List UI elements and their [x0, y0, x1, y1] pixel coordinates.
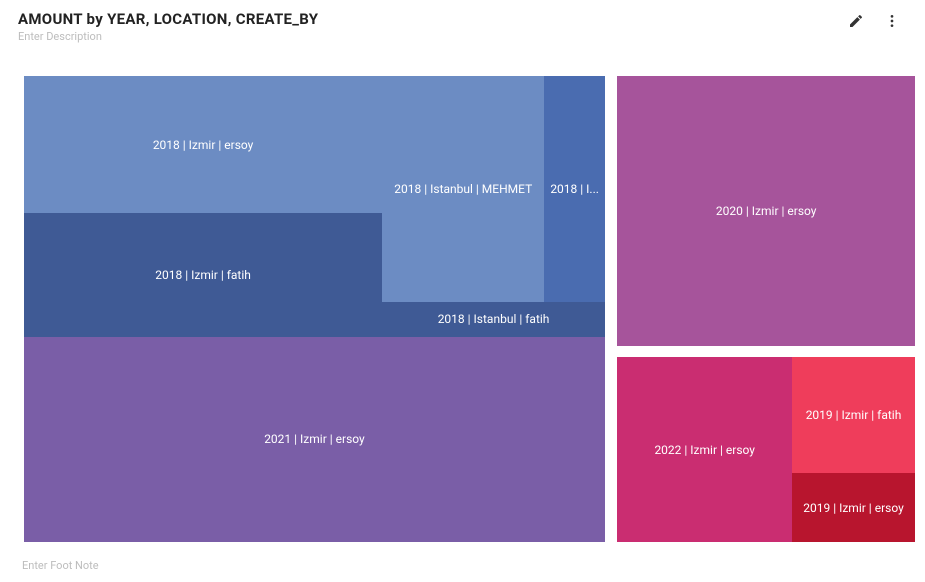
treemap-tile[interactable]: 2018 | Izmir | fatih [24, 213, 382, 336]
chart-card: AMOUNT by YEAR, LOCATION, CREATE_BY Ente… [0, 0, 925, 582]
edit-button[interactable] [847, 12, 865, 30]
treemap-tile-label: 2018 | I... [550, 182, 599, 196]
card-header: AMOUNT by YEAR, LOCATION, CREATE_BY Ente… [0, 0, 925, 43]
treemap-chart[interactable]: 2018 | Izmir | ersoy 2018 | Izmir | fatih… [24, 76, 915, 542]
treemap-tile[interactable]: 2019 | Izmir | fatih [792, 357, 915, 473]
treemap-tile-label: 2018 | Istanbul | MEHMET [394, 182, 532, 196]
treemap-tile[interactable]: 2018 | Istanbul | fatih [382, 302, 605, 337]
header-actions [847, 10, 907, 30]
treemap-tile-label: 2019 | Izmir | ersoy [803, 501, 904, 515]
treemap-tile[interactable]: 2018 | Izmir | ersoy [24, 76, 382, 213]
treemap-tile-label: 2021 | Izmir | ersoy [264, 432, 365, 446]
treemap-tile-label: 2019 | Izmir | fatih [806, 408, 902, 422]
treemap-tile[interactable]: 2021 | Izmir | ersoy [24, 337, 605, 542]
pencil-icon [848, 13, 864, 29]
treemap-tile-label: 2020 | Izmir | ersoy [716, 204, 817, 218]
treemap-tile[interactable]: 2018 | I... [544, 76, 605, 302]
treemap-tile-label: 2018 | Izmir | ersoy [153, 138, 254, 152]
more-options-button[interactable] [883, 12, 901, 30]
chart-description-placeholder[interactable]: Enter Description [18, 30, 847, 43]
treemap-tile[interactable]: 2022 | Izmir | ersoy [617, 357, 792, 542]
treemap-tile-label: 2022 | Izmir | ersoy [654, 443, 755, 457]
treemap-tile[interactable]: 2019 | Izmir | ersoy [792, 473, 915, 542]
title-block: AMOUNT by YEAR, LOCATION, CREATE_BY Ente… [18, 10, 847, 43]
treemap-tile-label: 2018 | Istanbul | fatih [438, 312, 550, 326]
treemap-tile[interactable]: 2020 | Izmir | ersoy [617, 76, 915, 346]
treemap-tile[interactable]: 2018 | Istanbul | MEHMET [382, 76, 544, 302]
treemap-tile-label: 2018 | Izmir | fatih [155, 268, 251, 282]
chart-footnote-placeholder[interactable]: Enter Foot Note [22, 559, 99, 572]
chart-title: AMOUNT by YEAR, LOCATION, CREATE_BY [18, 10, 847, 28]
more-vert-icon [884, 13, 900, 29]
